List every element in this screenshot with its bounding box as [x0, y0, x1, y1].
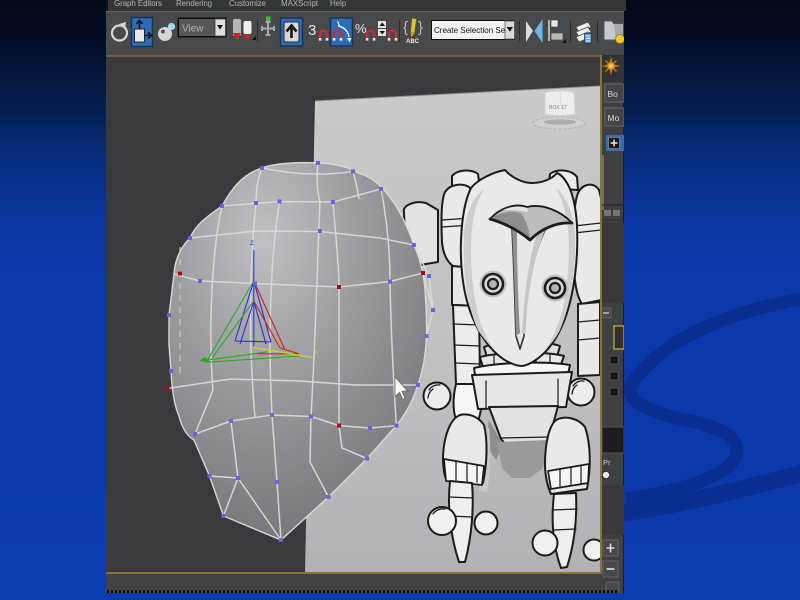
svg-text:{: {: [403, 19, 408, 36]
svg-text:%: %: [355, 21, 367, 36]
svg-text:ABC: ABC: [406, 39, 420, 45]
svg-text:Pr: Pr: [603, 458, 611, 467]
svg-text:View: View: [182, 24, 204, 35]
svg-text:BOX 17: BOX 17: [549, 105, 567, 111]
svg-text:3: 3: [308, 22, 316, 39]
svg-text:Mo: Mo: [608, 113, 620, 123]
svg-text:}: }: [418, 19, 423, 36]
svg-text:Bo: Bo: [608, 89, 619, 99]
svg-text:z: z: [250, 238, 254, 247]
svg-text:x: x: [315, 349, 319, 356]
svg-text:Create Selection Se: Create Selection Se: [434, 26, 506, 35]
